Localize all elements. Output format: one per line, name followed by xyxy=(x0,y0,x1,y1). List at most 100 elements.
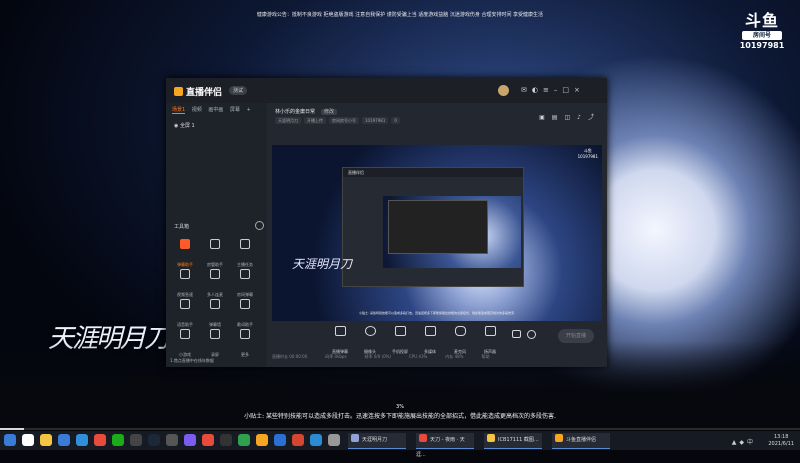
tab-screen[interactable]: 屏幕 xyxy=(230,107,240,113)
steam-icon[interactable] xyxy=(148,434,160,446)
record-toggle[interactable] xyxy=(510,330,522,340)
share-icon[interactable]: ⤴ xyxy=(588,114,601,121)
task-screenshot[interactable]: ICB17111 截图... xyxy=(484,433,542,449)
browser-task-icon xyxy=(419,434,427,442)
bag-icon[interactable]: ◫ xyxy=(564,114,577,121)
eye-icon[interactable]: ◉ xyxy=(174,123,178,129)
app-icon[interactable] xyxy=(94,434,106,446)
app-logo: 直播伴侣 xyxy=(174,85,222,98)
tool-game[interactable]: 小游戏 xyxy=(170,326,200,357)
qq-icon[interactable] xyxy=(58,434,70,446)
app-logo-icon xyxy=(174,87,183,96)
browser-icon[interactable] xyxy=(76,434,88,446)
calendar-icon[interactable]: ▤ xyxy=(552,114,565,121)
ime-icon[interactable]: 中 xyxy=(747,439,756,446)
task-browser[interactable]: 天刀 - 夜雨 · 天涯... xyxy=(416,433,474,458)
start-live-button[interactable]: 开始直播 xyxy=(558,329,594,343)
game-launcher-icon[interactable] xyxy=(130,434,142,446)
chat-app-icon[interactable] xyxy=(238,434,250,446)
edit-title-button[interactable]: 修改 xyxy=(321,109,338,115)
task-game[interactable]: 天涯明月刀 xyxy=(348,433,406,449)
preview-calligraphy: 天涯明月刀 xyxy=(292,257,353,271)
bell-icon[interactable]: ♪ xyxy=(577,114,588,121)
misc-icon[interactable] xyxy=(328,434,340,446)
task-streaming[interactable]: 斗鱼直播伴侣 xyxy=(552,433,610,449)
tab-pip[interactable]: 画中画 xyxy=(208,107,223,113)
streaming-app-window[interactable]: 直播伴侣 测试 ✉◐≡–□× 场景1 视频 画中画 屏幕 + ◉ 全屏 1 工具… xyxy=(166,78,607,367)
titlebar-icons[interactable]: ✉◐≡–□× xyxy=(521,86,585,94)
danmu-icon xyxy=(180,239,190,249)
status-bitrate: 码率 0kbps xyxy=(325,354,347,359)
douyu-logo: 斗鱼 xyxy=(744,11,779,30)
loading-progress-bar xyxy=(0,428,800,430)
media-button[interactable]: 多媒体 xyxy=(417,326,443,357)
gift-icon[interactable]: ▣ xyxy=(539,114,552,121)
cloud-icon[interactable] xyxy=(274,434,286,446)
status-memory: 内存 48% xyxy=(445,354,464,359)
wechat-icon[interactable] xyxy=(112,434,124,446)
scene-label: 全屏 1 xyxy=(179,123,195,129)
clock-date: 2021/6/11 xyxy=(768,441,794,447)
status-bar: 直播时长 00:00:00 码率 0kbps 帧率 0/0 (0%) CPU 43% 内… xyxy=(272,354,602,360)
room-number: 10197981 xyxy=(739,41,785,50)
tab-scene-1[interactable]: 场景1 xyxy=(172,107,186,114)
tool-fangguan[interactable]: 房管助手 xyxy=(200,236,230,267)
room-id: 10197981 xyxy=(362,117,389,124)
game-task-icon xyxy=(351,434,359,442)
microphone-button[interactable]: 麦克风 xyxy=(447,326,473,357)
tool-voice[interactable]: 语音助手 xyxy=(170,296,200,327)
help-link[interactable]: 帮助 xyxy=(481,354,489,359)
toolbox-more-icon[interactable] xyxy=(255,221,264,230)
menu-icon[interactable]: ≡ xyxy=(543,86,554,94)
tool-danmu[interactable]: 弹幕助手 xyxy=(170,236,200,267)
terminal-icon[interactable] xyxy=(220,434,232,446)
player-icon[interactable] xyxy=(184,434,196,446)
add-tab-button[interactable]: + xyxy=(247,107,251,113)
douyu-icon[interactable] xyxy=(256,434,268,446)
game-icon xyxy=(180,329,190,339)
tool-more[interactable]: 更多 xyxy=(230,326,260,357)
nested-app-preview: 直播伴侣 xyxy=(342,167,524,287)
tool-icon[interactable] xyxy=(166,434,178,446)
clock[interactable]: 13:18 2021/6/11 xyxy=(768,434,794,448)
taskbar: 天涯明月刀 天刀 - 夜雨 · 天涯... ICB17111 截图... 斗鱼直… xyxy=(0,431,800,458)
music-icon[interactable] xyxy=(202,434,214,446)
skin-icon[interactable]: ◐ xyxy=(532,86,543,94)
camera-button[interactable]: 摄像头 xyxy=(357,326,383,357)
tool-record[interactable]: 录屏 xyxy=(200,326,230,357)
start-icon[interactable] xyxy=(4,434,16,446)
app-titlebar[interactable]: 直播伴侣 测试 ✉◐≡–□× xyxy=(166,78,607,103)
tool-video[interactable]: 视频急速 xyxy=(170,266,200,297)
message-icon[interactable]: ✉ xyxy=(521,86,532,94)
category-tag[interactable]: 天涯明月刀 xyxy=(275,117,301,124)
tool-room-danmu[interactable]: 房间弹幕 xyxy=(230,266,260,297)
volume-icon[interactable]: ◆ xyxy=(739,439,747,446)
maximize-icon[interactable]: □ xyxy=(562,86,574,94)
task-label: ICB17111 截图... xyxy=(498,437,539,443)
video-app-icon[interactable] xyxy=(292,434,304,446)
status-cpu: CPU 43% xyxy=(409,354,428,359)
live-danmu-button[interactable]: 直播弹幕 xyxy=(327,326,353,357)
scene-item[interactable]: ◉ 全屏 1 xyxy=(166,118,266,133)
folder-icon[interactable] xyxy=(40,434,52,446)
download-icon[interactable] xyxy=(310,434,322,446)
tool-lyrics[interactable]: 歌词助手 xyxy=(230,296,260,327)
version-badge[interactable]: 测试 xyxy=(229,86,248,95)
system-tray[interactable]: ▲◆中 xyxy=(732,437,756,446)
video-icon xyxy=(180,269,190,279)
close-icon[interactable]: × xyxy=(574,86,585,94)
phone-cast-button[interactable]: 手机投屏 xyxy=(387,326,413,357)
tool-task[interactable]: 主播任务 xyxy=(230,236,260,267)
gear-icon xyxy=(526,330,536,339)
tool-danmu-wall[interactable]: 弹幕墙 xyxy=(200,296,230,327)
settings-toggle[interactable] xyxy=(525,330,537,341)
lyrics-icon xyxy=(240,299,250,309)
speaker-button[interactable]: 扬声器 xyxy=(477,326,503,357)
edge-icon[interactable] xyxy=(22,434,34,446)
avatar[interactable] xyxy=(498,85,509,96)
tool-multi-mic[interactable]: 多人连麦 xyxy=(200,266,230,297)
stream-status: 开播上传 xyxy=(304,117,326,124)
sidebar-footer[interactable]: 1.焦点直播中在线年数据 xyxy=(170,358,214,364)
tab-video[interactable]: 视频 xyxy=(192,107,202,113)
stream-preview[interactable]: 斗鱼 10197981 直播伴侣 天涯明月刀 小贴士: 某些特别技能可以造成多段打… xyxy=(272,145,602,321)
